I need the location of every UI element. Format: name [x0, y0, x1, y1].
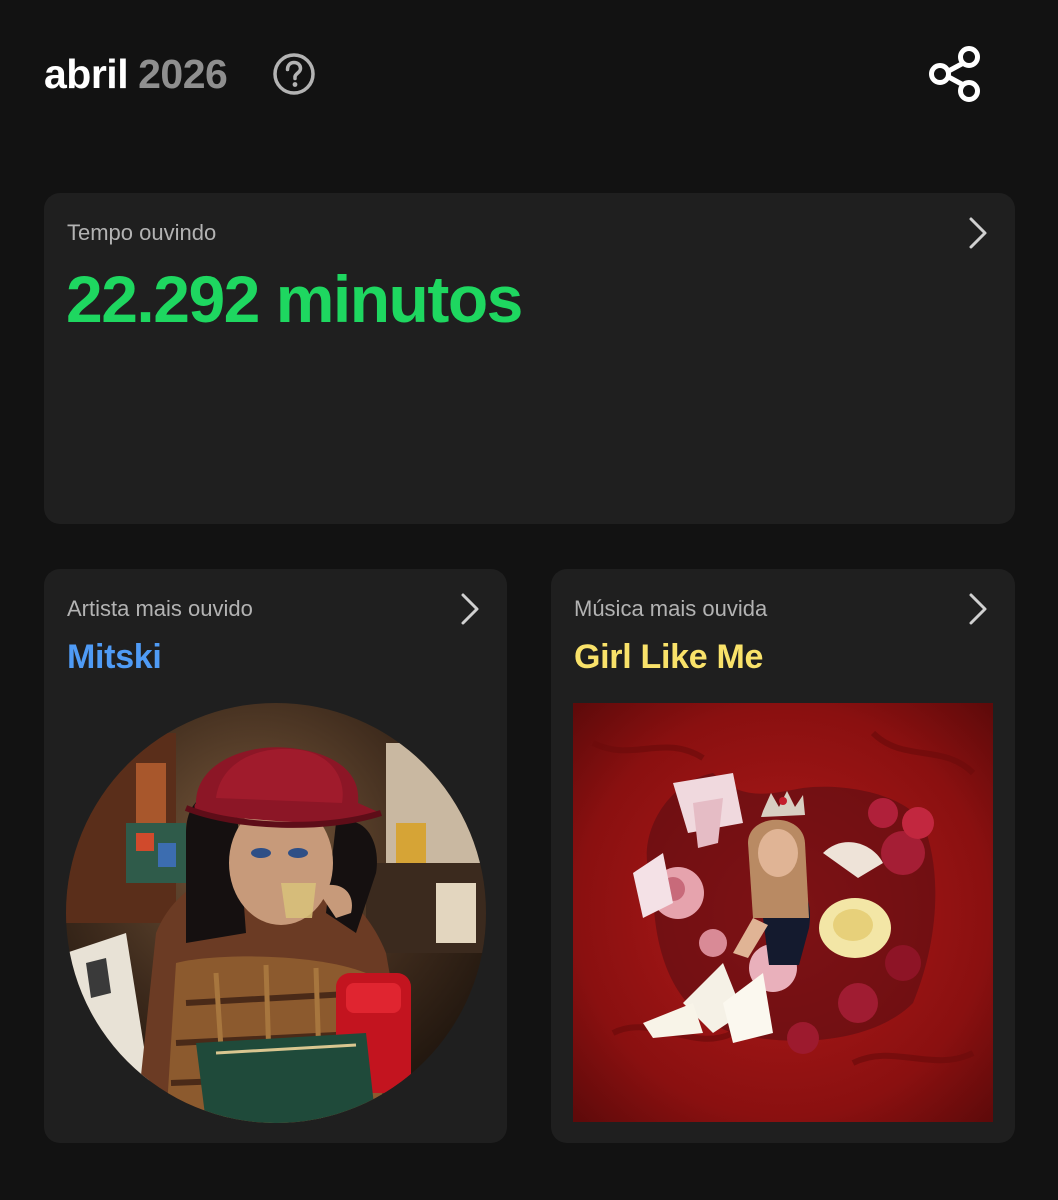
chevron-right-icon [965, 215, 993, 251]
listening-time-card[interactable]: Tempo ouvindo 22.292 minutos [44, 193, 1015, 524]
chevron-right-icon [457, 591, 485, 627]
top-artist-label: Artista mais ouvido [67, 596, 253, 621]
period-title: abril 2026 [44, 50, 228, 98]
top-track-card[interactable]: Música mais ouvida Girl Like Me [551, 569, 1015, 1143]
year-label: 2026 [138, 51, 228, 97]
top-track-label: Música mais ouvida [574, 596, 768, 621]
share-icon[interactable] [926, 44, 986, 104]
artist-photo [66, 703, 486, 1123]
top-artist-name: Mitski [67, 638, 162, 676]
album-cover-image [573, 703, 993, 1122]
top-artist-card[interactable]: Artista mais ouvido Mitski [44, 569, 507, 1143]
listening-time-value: 22.292 minutos [66, 262, 523, 336]
top-track-title: Girl Like Me [574, 638, 764, 676]
question-circle-icon[interactable] [272, 52, 316, 96]
chevron-right-icon [965, 591, 993, 627]
header: abril 2026 [44, 44, 1014, 108]
month-label: abril [44, 51, 129, 97]
listening-time-label: Tempo ouvindo [67, 220, 217, 245]
